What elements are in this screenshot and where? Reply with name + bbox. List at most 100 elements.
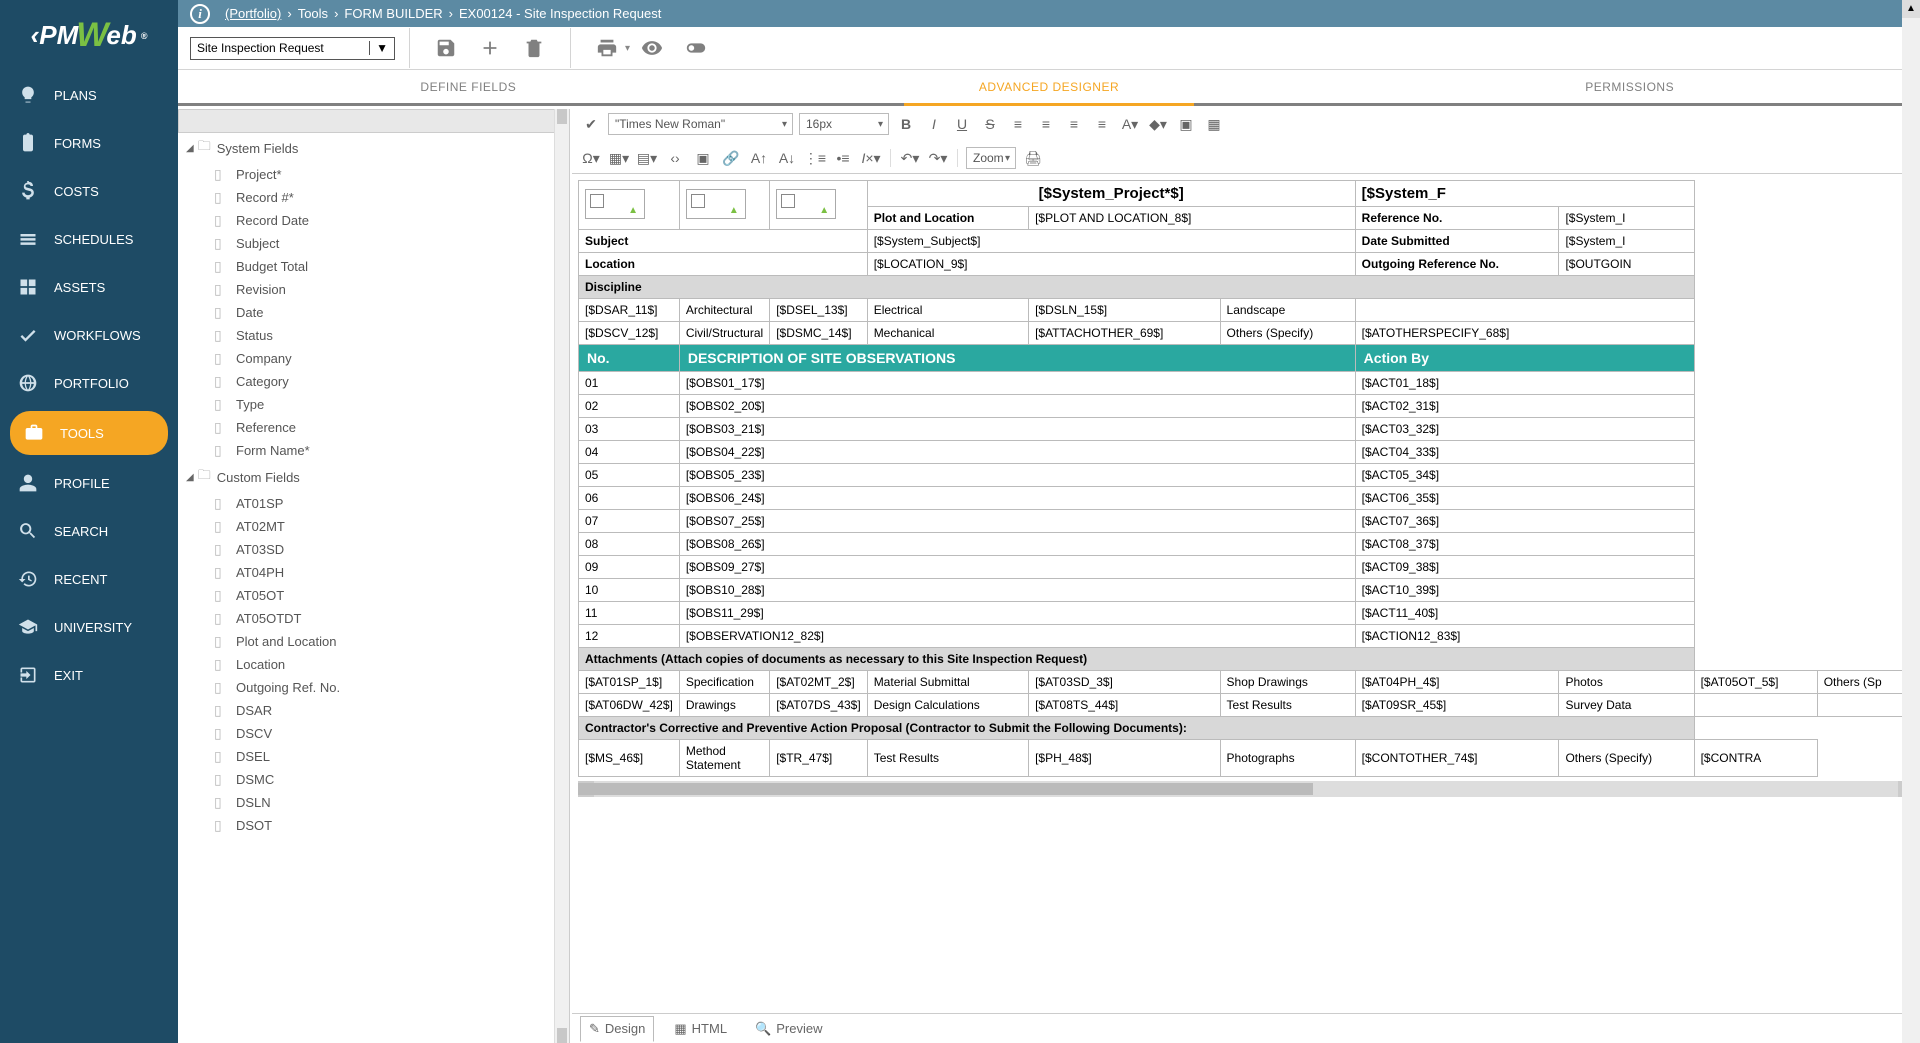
font-size-select[interactable]: 16px [799, 113, 889, 135]
sidebar-item-tools[interactable]: TOOLS [10, 411, 168, 455]
insert-grid-icon[interactable]: ▤▾ [636, 147, 658, 169]
save-icon[interactable] [430, 32, 462, 64]
tree-field[interactable]: AT01SP [178, 492, 554, 515]
tree-field[interactable]: DSCV [178, 722, 554, 745]
sidebar-item-plans[interactable]: PLANS [0, 71, 178, 119]
sidebar-item-costs[interactable]: COSTS [0, 167, 178, 215]
omega-icon[interactable]: Ω▾ [580, 147, 602, 169]
font-shrink-icon[interactable]: A↓ [776, 147, 798, 169]
image-placeholder[interactable] [776, 189, 836, 219]
fields-scrollbar[interactable] [554, 109, 569, 1043]
sidebar-item-forms[interactable]: FORMS [0, 119, 178, 167]
view-design[interactable]: ✎Design [580, 1016, 654, 1042]
tree-field[interactable]: Status [178, 324, 554, 347]
sidebar-item-workflows[interactable]: WORKFLOWS [0, 311, 178, 359]
clear-format-icon[interactable]: I×▾ [860, 147, 882, 169]
tree-field[interactable]: Type [178, 393, 554, 416]
print-icon[interactable] [591, 32, 623, 64]
sidebar-item-recent[interactable]: RECENT [0, 555, 178, 603]
tree-field[interactable]: Project* [178, 163, 554, 186]
tree-field[interactable]: DSAR [178, 699, 554, 722]
tree-field[interactable]: DSOT [178, 814, 554, 837]
page-icon [214, 212, 226, 229]
tree-field[interactable]: AT04PH [178, 561, 554, 584]
underline-icon[interactable]: U [951, 113, 973, 135]
tree-field[interactable]: Outgoing Ref. No. [178, 676, 554, 699]
justify-icon[interactable]: ≡ [1091, 113, 1113, 135]
image-placeholder[interactable] [686, 189, 746, 219]
page-icon [214, 794, 226, 811]
fill-color-icon[interactable]: ◆▾ [1147, 113, 1169, 135]
sidebar-item-search[interactable]: SEARCH [0, 507, 178, 555]
tree-group[interactable]: ◢🗀Custom Fields [178, 462, 554, 492]
sidebar-item-exit[interactable]: EXIT [0, 651, 178, 699]
tree-field[interactable]: DSEL [178, 745, 554, 768]
obs-no: 04 [579, 441, 680, 464]
tree-field[interactable]: AT02MT [178, 515, 554, 538]
sidebar-item-university[interactable]: UNIVERSITY [0, 603, 178, 651]
tree-field[interactable]: Subject [178, 232, 554, 255]
tree-field[interactable]: Revision [178, 278, 554, 301]
spellcheck-icon[interactable]: ✔ [580, 113, 602, 135]
crumb-portfolio[interactable]: (Portfolio) [225, 6, 281, 21]
font-grow-icon[interactable]: A↑ [748, 147, 770, 169]
tree-field[interactable]: Record #* [178, 186, 554, 209]
bold-icon[interactable]: B [895, 113, 917, 135]
tree-group[interactable]: ◢🗀System Fields [178, 133, 554, 163]
visibility-icon[interactable] [636, 32, 668, 64]
print-editor-icon[interactable]: 🖨 [1022, 147, 1044, 169]
tab-advanced-designer[interactable]: ADVANCED DESIGNER [759, 70, 1340, 103]
table-icon[interactable]: ▦ [1203, 113, 1225, 135]
code-icon[interactable]: ‹› [664, 147, 686, 169]
tree-field[interactable]: AT03SD [178, 538, 554, 561]
add-icon[interactable] [474, 32, 506, 64]
view-preview[interactable]: 🔍Preview [747, 1017, 830, 1041]
zoom-select[interactable]: Zoom [966, 147, 1016, 169]
bullet-list-icon[interactable]: •≡ [832, 147, 854, 169]
tab-define-fields[interactable]: DEFINE FIELDS [178, 70, 759, 103]
tree-field[interactable]: Company [178, 347, 554, 370]
tree-field[interactable]: Location [178, 653, 554, 676]
font-color-icon[interactable]: A▾ [1119, 113, 1141, 135]
page-scrollbar[interactable]: ▲ [1902, 0, 1920, 1043]
tree-field[interactable]: AT05OTDT [178, 607, 554, 630]
align-left-icon[interactable]: ≡ [1007, 113, 1029, 135]
delete-icon[interactable] [518, 32, 550, 64]
tab-permissions[interactable]: PERMISSIONS [1339, 70, 1920, 103]
tree-field[interactable]: Plot and Location [178, 630, 554, 653]
insert-image-icon[interactable]: ▣ [692, 147, 714, 169]
tree-field[interactable]: DSLN [178, 791, 554, 814]
nav-label: PLANS [54, 88, 97, 103]
align-right-icon[interactable]: ≡ [1063, 113, 1085, 135]
tree-field[interactable]: Date [178, 301, 554, 324]
obs-no: 06 [579, 487, 680, 510]
tree-field[interactable]: Record Date [178, 209, 554, 232]
undo-icon[interactable]: ↶▾ [899, 147, 921, 169]
tree-field[interactable]: Category [178, 370, 554, 393]
tree-field[interactable]: DSMC [178, 768, 554, 791]
tree-field[interactable]: AT05OT [178, 584, 554, 607]
sidebar-item-portfolio[interactable]: PORTFOLIO [0, 359, 178, 407]
strike-icon[interactable]: S [979, 113, 1001, 135]
numbered-list-icon[interactable]: ⋮≡ [804, 147, 826, 169]
design-canvas[interactable]: [$System_Project*$] [$System_F Plot and … [572, 174, 1920, 1013]
tree-field[interactable]: Budget Total [178, 255, 554, 278]
tree-field[interactable]: Form Name* [178, 439, 554, 462]
toggle-icon[interactable] [680, 32, 712, 64]
sidebar-item-schedules[interactable]: SCHEDULES [0, 215, 178, 263]
italic-icon[interactable]: I [923, 113, 945, 135]
sidebar-item-assets[interactable]: ASSETS [0, 263, 178, 311]
sidebar-item-profile[interactable]: PROFILE [0, 459, 178, 507]
redo-icon[interactable]: ↷▾ [927, 147, 949, 169]
info-icon[interactable]: i [190, 4, 210, 24]
form-type-dropdown[interactable]: Site Inspection Request▼ [190, 37, 395, 60]
canvas-hscroll[interactable]: ◄► [578, 781, 1914, 797]
image-icon[interactable]: ▣ [1175, 113, 1197, 135]
align-center-icon[interactable]: ≡ [1035, 113, 1057, 135]
insert-table-icon[interactable]: ▦▾ [608, 147, 630, 169]
link-icon[interactable]: 🔗 [720, 147, 742, 169]
font-family-select[interactable]: "Times New Roman" [608, 113, 793, 135]
tree-field[interactable]: Reference [178, 416, 554, 439]
image-placeholder[interactable] [585, 189, 645, 219]
view-html[interactable]: ▦HTML [666, 1017, 735, 1041]
